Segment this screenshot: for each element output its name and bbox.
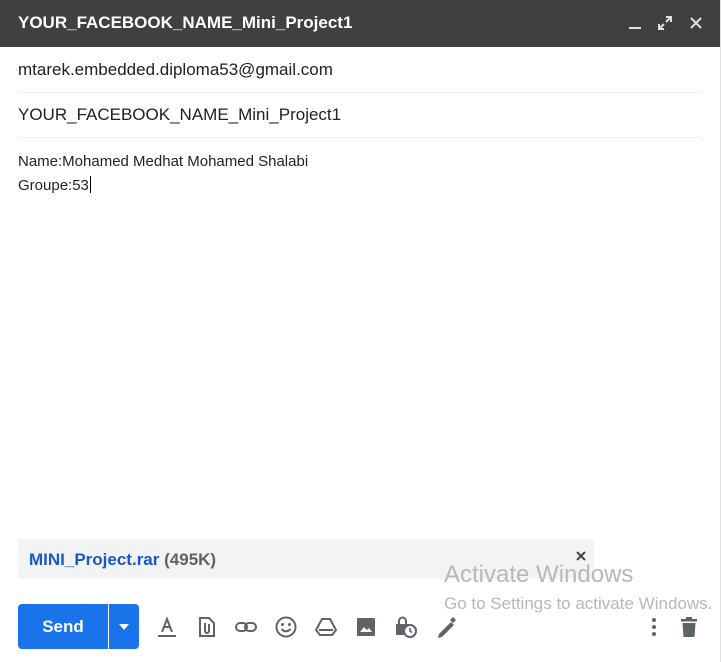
attachment-name: MINI_Project.rar xyxy=(29,550,160,569)
message-line: Name:Mohamed Medhat Mohamed Shalabi xyxy=(18,153,309,170)
confidential-mode-icon[interactable] xyxy=(393,614,419,640)
subject-field[interactable]: YOUR_FACEBOOK_NAME_Mini_Project1 xyxy=(18,93,702,138)
text-caret xyxy=(89,176,91,193)
to-field[interactable]: mtarek.embedded.diploma53@gmail.com xyxy=(18,48,702,93)
attachment-label[interactable]: MINI_Project.rar (495K) xyxy=(29,550,216,570)
compose-titlebar[interactable]: YOUR_FACEBOOK_NAME_Mini_Project1 xyxy=(0,0,720,47)
attach-file-icon[interactable] xyxy=(194,614,220,640)
send-options-button[interactable] xyxy=(109,604,139,649)
message-line-with-caret: Groupe:53 xyxy=(18,174,308,198)
drive-icon[interactable] xyxy=(313,614,339,640)
minimize-icon[interactable] xyxy=(624,12,646,34)
message-line: Groupe:53 xyxy=(18,177,89,194)
expand-icon[interactable] xyxy=(654,12,676,34)
insert-photo-icon[interactable] xyxy=(353,614,379,640)
attachment-size: (495K) xyxy=(164,550,217,569)
compose-title: YOUR_FACEBOOK_NAME_Mini_Project1 xyxy=(18,13,353,32)
message-body[interactable]: Name:Mohamed Medhat Mohamed Shalabi Grou… xyxy=(18,150,308,198)
subject-value: YOUR_FACEBOOK_NAME_Mini_Project1 xyxy=(18,105,342,124)
activation-watermark-subtitle: Go to Settings to activate Windows. xyxy=(444,594,713,613)
close-icon[interactable] xyxy=(685,12,707,34)
signature-icon[interactable] xyxy=(433,614,459,640)
chevron-down-icon xyxy=(119,624,129,630)
emoji-icon[interactable] xyxy=(273,614,299,640)
activation-watermark-title: Activate Windows xyxy=(444,561,634,588)
recipient-address: mtarek.embedded.diploma53@gmail.com xyxy=(18,60,333,79)
discard-icon[interactable] xyxy=(676,614,702,640)
more-options-icon[interactable] xyxy=(641,614,667,640)
compose-window: YOUR_FACEBOOK_NAME_Mini_Project1 mtarek.… xyxy=(0,0,721,662)
send-button[interactable]: Send xyxy=(18,604,108,649)
insert-link-icon[interactable] xyxy=(233,614,259,640)
formatting-icon[interactable] xyxy=(154,614,180,640)
